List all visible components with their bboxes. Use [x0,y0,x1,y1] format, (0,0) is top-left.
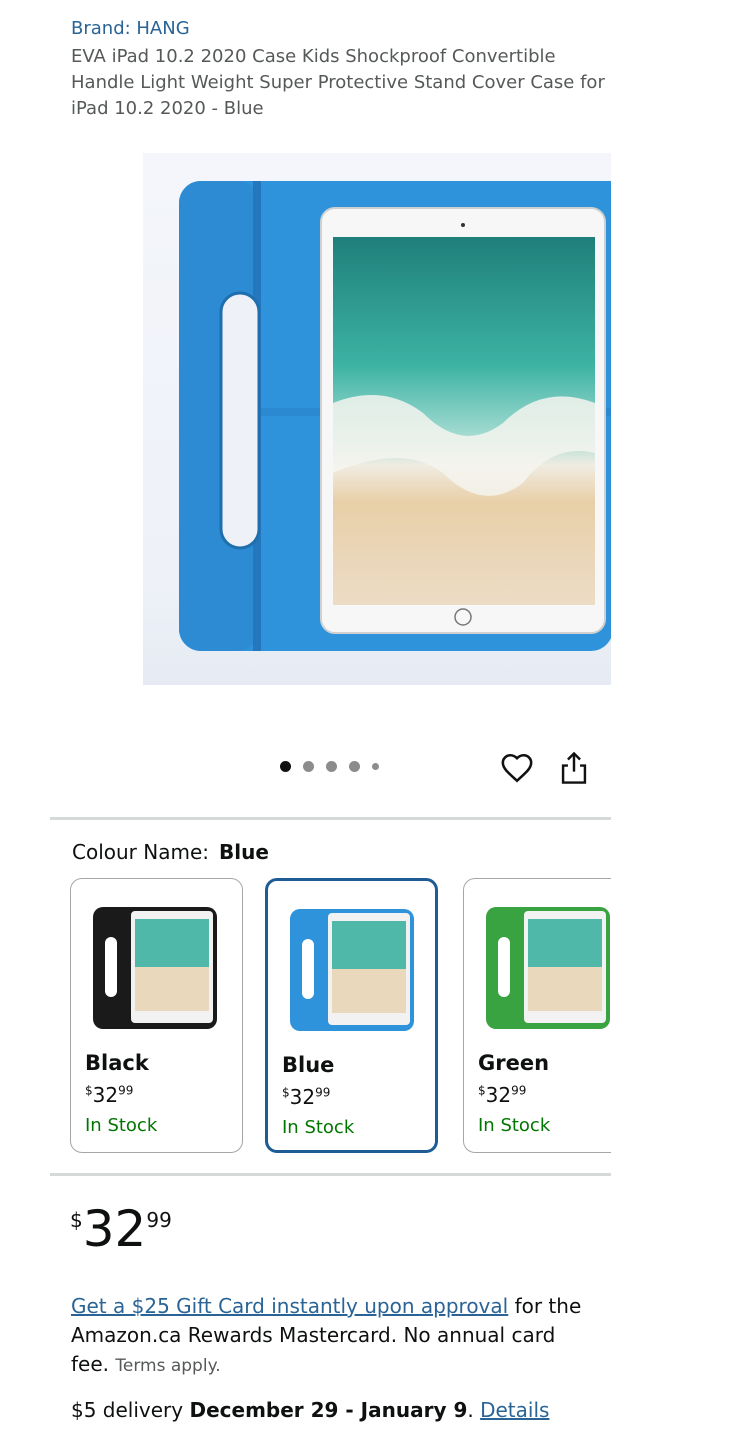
swatch-stock: In Stock [282,1117,355,1138]
colour-name-label: Colour Name: Blue [72,840,269,864]
details-link[interactable]: Details [480,1398,549,1422]
colour-selected-value: Blue [219,840,269,864]
swatch-price: $3299 [282,1085,331,1109]
gift-card-link[interactable]: Get a $25 Gift Card instantly upon appro… [71,1294,508,1318]
swatch-black[interactable]: Black $3299 In Stock [70,878,243,1153]
carousel-dot[interactable] [326,761,337,772]
swatch-price: $3299 [478,1083,527,1107]
colour-swatch-row[interactable]: Black $3299 In Stock Blue $3299 In Stock… [50,876,611,1158]
promo-text: Get a $25 Gift Card instantly upon appro… [71,1292,591,1381]
swatch-price: $3299 [85,1083,134,1107]
product-title: EVA iPad 10.2 2020 Case Kids Shockproof … [71,46,605,119]
carousel-dot[interactable] [303,761,314,772]
swatch-green[interactable]: Green $3299 In Stock [463,878,611,1153]
swatch-stock: In Stock [85,1115,158,1136]
delivery-dates: December 29 - January 9 [189,1398,468,1422]
carousel-dot[interactable] [280,761,291,772]
swatch-name: Black [85,1051,149,1075]
share-icon[interactable] [559,751,589,785]
delivery-info: $5 delivery December 29 - January 9. Det… [71,1398,549,1422]
delivery-suffix: . [467,1398,481,1422]
product-price: $3299 [70,1200,172,1258]
swatch-thumbnail [290,909,414,1031]
product-image[interactable] [143,153,611,685]
heart-icon[interactable] [500,751,534,785]
swatch-blue[interactable]: Blue $3299 In Stock [265,878,438,1153]
delivery-prefix: $5 delivery [71,1398,190,1422]
divider [50,1173,611,1176]
swatch-name: Blue [282,1053,335,1077]
divider [50,817,611,820]
swatch-thumbnail [486,907,610,1029]
terms-text: Terms apply. [115,1356,221,1376]
swatch-stock: In Stock [478,1115,551,1136]
carousel-dot[interactable] [349,761,360,772]
brand-link[interactable]: Brand: HANG [71,18,190,39]
swatch-thumbnail [93,907,217,1029]
ipad-case-illustration [179,181,611,651]
swatch-name: Green [478,1051,550,1075]
carousel-dots[interactable] [280,761,379,772]
carousel-dot[interactable] [372,763,379,770]
colour-label-text: Colour Name: [72,840,209,864]
